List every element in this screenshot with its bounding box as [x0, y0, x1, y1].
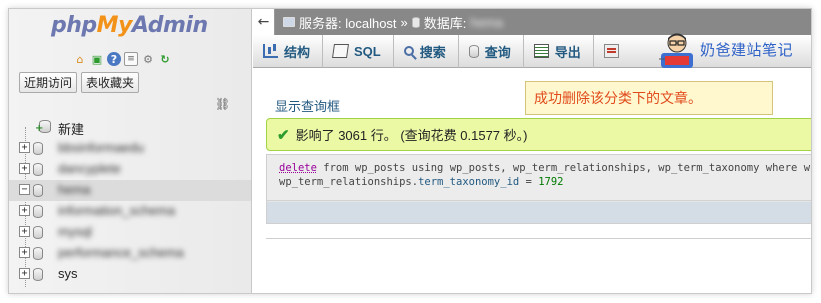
- expand-icon[interactable]: +: [19, 142, 30, 153]
- divider: [266, 238, 811, 239]
- navigation-panel: phpMyAdmin ⌂ ▣ ? ≡ ⚙ ↻ 近期访问 表收藏夹 ⛓ 新建 + …: [9, 9, 252, 293]
- tree-item-label[interactable]: 新建: [58, 119, 84, 138]
- database-icon: [33, 184, 43, 197]
- phpmyadmin-logo[interactable]: phpMyAdmin: [51, 13, 208, 38]
- database-icon: [33, 142, 43, 155]
- search-icon: [403, 46, 414, 56]
- sql-query-box: delete from wp_posts using wp_posts, wp_…: [266, 154, 812, 224]
- nav-tabs: 近期访问 表收藏夹: [19, 72, 140, 93]
- tab-label: SQL: [354, 43, 381, 59]
- checkmark-icon: ✔: [277, 126, 290, 144]
- collapse-icon[interactable]: −: [19, 184, 30, 195]
- tree-item-label[interactable]: performance_schema: [58, 245, 184, 260]
- sql-operator: =: [519, 176, 539, 188]
- logo-php: php: [51, 13, 97, 38]
- tree-item-db[interactable]: + dancyplete: [9, 159, 251, 180]
- expand-icon[interactable]: +: [19, 205, 30, 216]
- exit-icon[interactable]: ▣: [90, 52, 104, 66]
- sql-number: 1792: [538, 176, 564, 188]
- database-icon: [33, 163, 43, 176]
- designer-icon: [603, 44, 619, 58]
- new-database-icon: [35, 120, 51, 134]
- tree-item-db[interactable]: + performance_schema: [9, 243, 251, 264]
- expand-icon[interactable]: +: [19, 226, 30, 237]
- tab-designer[interactable]: [594, 35, 637, 68]
- home-icon[interactable]: ⌂: [73, 52, 87, 66]
- breadcrumb: 服务器: localhost » 数据库: hema: [283, 13, 503, 32]
- tree-item-db[interactable]: + mysql: [9, 222, 251, 243]
- favorite-tables-button[interactable]: 表收藏夹: [81, 72, 140, 93]
- tab-structure[interactable]: 结构: [253, 34, 324, 68]
- tab-sql[interactable]: SQL: [323, 34, 394, 68]
- phpmyadmin-window: phpMyAdmin ⌂ ▣ ? ≡ ⚙ ↻ 近期访问 表收藏夹 ⛓ 新建 + …: [8, 8, 812, 294]
- success-message: ✔ 影响了 3061 行。 (查询花费 0.1577 秒。): [266, 118, 811, 151]
- query-icon: [468, 44, 479, 58]
- tree-item-label[interactable]: hema: [58, 182, 91, 197]
- sql-column: term_taxonomy_id: [418, 176, 520, 188]
- database-tree: 新建 + bbsinformaedu + dancyplete − hema +…: [9, 117, 251, 285]
- structure-icon: [263, 44, 278, 58]
- nav-icon-toolbar: ⌂ ▣ ? ≡ ⚙ ↻: [73, 52, 172, 66]
- sql-keyword-delete[interactable]: delete: [279, 162, 317, 174]
- tree-item-db[interactable]: + sys: [9, 264, 251, 285]
- sql-line-2-prefix: wp_term_relationships.: [279, 176, 419, 188]
- help-icon[interactable]: ?: [107, 52, 121, 66]
- database-icon: [411, 16, 420, 28]
- annotation-tip: 成功删除该分类下的文章。: [525, 81, 773, 115]
- show-query-box-link[interactable]: 显示查询框: [275, 96, 340, 115]
- link-icon[interactable]: ⛓: [215, 97, 230, 111]
- tree-item-new[interactable]: 新建: [9, 117, 251, 138]
- sql-query-footer: [267, 202, 811, 223]
- tree-item-db[interactable]: + information_schema: [9, 201, 251, 222]
- tree-item-db[interactable]: + bbsinformaedu: [9, 138, 251, 159]
- recent-tables-button[interactable]: 近期访问: [19, 72, 78, 93]
- logo-admin: Admin: [131, 13, 208, 38]
- tree-item-label[interactable]: mysql: [58, 224, 92, 239]
- docs-icon[interactable]: ≡: [124, 52, 138, 66]
- tab-label: 结构: [284, 44, 311, 60]
- tree-item-label[interactable]: information_schema: [58, 203, 175, 218]
- tree-item-db-selected[interactable]: − hema: [9, 180, 251, 201]
- logo-my: My: [96, 13, 133, 38]
- expand-icon[interactable]: +: [19, 268, 30, 279]
- database-icon: [33, 247, 43, 260]
- database-icon: [33, 205, 43, 218]
- breadcrumb-server[interactable]: 服务器: localhost: [299, 13, 397, 32]
- sql-line-1: from wp_posts using wp_posts, wp_term_re…: [316, 162, 812, 174]
- breadcrumb-db-name[interactable]: hema: [470, 15, 503, 30]
- sql-code[interactable]: delete from wp_posts using wp_posts, wp_…: [267, 155, 812, 201]
- tab-query[interactable]: 查询: [459, 34, 524, 68]
- export-icon: [533, 44, 549, 58]
- server-icon: [283, 17, 295, 27]
- annotation-tip-text: 成功删除该分类下的文章。: [534, 90, 702, 106]
- database-icon: [33, 268, 43, 281]
- settings-icon[interactable]: ⚙: [141, 52, 155, 66]
- tree-item-label[interactable]: sys: [58, 266, 78, 281]
- tab-label: 查询: [484, 44, 511, 60]
- tab-label: 导出: [554, 44, 581, 60]
- main-panel: ← 服务器: localhost » 数据库: hema 结构 SQL 搜索 查…: [253, 9, 811, 293]
- tab-search[interactable]: 搜索: [394, 34, 459, 68]
- reload-icon[interactable]: ↻: [158, 52, 172, 66]
- tree-item-label[interactable]: dancyplete: [58, 161, 121, 176]
- database-icon: [33, 226, 43, 239]
- sql-icon: [332, 44, 349, 58]
- watermark-text: 奶爸建站笔记: [700, 41, 794, 59]
- expand-icon[interactable]: +: [19, 247, 30, 258]
- tree-item-label[interactable]: bbsinformaedu: [58, 140, 144, 155]
- collapse-nav-button[interactable]: ←: [253, 9, 275, 35]
- tab-label: 搜索: [419, 44, 446, 60]
- watermark-avatar-icon: [659, 33, 693, 68]
- success-text: 影响了 3061 行。 (查询花费 0.1577 秒。): [295, 128, 528, 143]
- watermark: 奶爸建站笔记: [657, 29, 793, 69]
- breadcrumb-db-label[interactable]: 数据库:: [424, 13, 467, 32]
- expand-icon[interactable]: +: [19, 163, 30, 174]
- tab-export[interactable]: 导出: [524, 34, 594, 68]
- breadcrumb-separator: »: [400, 14, 408, 30]
